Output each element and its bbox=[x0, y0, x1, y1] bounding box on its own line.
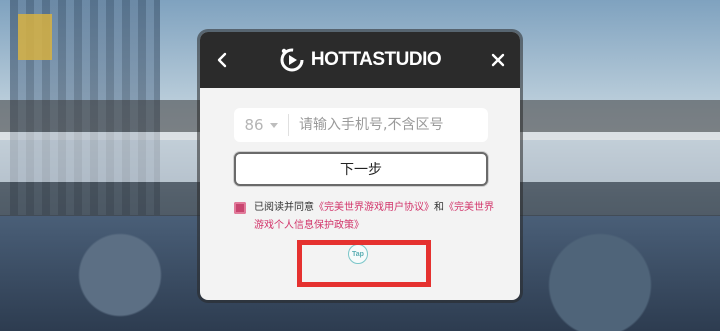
hottastudio-logo: HOTTASTUDIO bbox=[279, 47, 442, 73]
chevron-left-icon bbox=[217, 52, 227, 68]
agreement-prefix: 已阅读并同意 bbox=[254, 202, 314, 213]
phone-input-row: 86 bbox=[234, 108, 488, 142]
country-code-value: 86 bbox=[244, 116, 264, 134]
caret-down-icon bbox=[269, 122, 278, 128]
next-step-button[interactable]: 下一步 bbox=[234, 152, 488, 186]
highlight-annotation-box bbox=[297, 240, 431, 287]
close-button[interactable] bbox=[484, 46, 512, 74]
agreement-row: 已阅读并同意《完美世界游戏用户协议》和《完美世界游戏个人信息保护政策》 bbox=[234, 199, 496, 235]
background-sign bbox=[18, 14, 52, 60]
agreement-checkbox[interactable] bbox=[234, 202, 246, 214]
country-code-select[interactable]: 86 bbox=[234, 108, 288, 142]
close-icon bbox=[491, 53, 505, 67]
phone-number-input[interactable] bbox=[289, 108, 488, 142]
back-button[interactable] bbox=[208, 46, 236, 74]
user-agreement-link[interactable]: 《完美世界游戏用户协议》 bbox=[314, 202, 434, 213]
agreement-text: 已阅读并同意《完美世界游戏用户协议》和《完美世界游戏个人信息保护政策》 bbox=[254, 199, 496, 235]
logo-text: HOTTASTUDIO bbox=[310, 49, 442, 70]
dialog-header: HOTTASTUDIO bbox=[200, 32, 520, 88]
next-step-label: 下一步 bbox=[340, 162, 382, 178]
agreement-and: 和 bbox=[434, 202, 444, 213]
hotta-logo-icon bbox=[280, 48, 304, 72]
